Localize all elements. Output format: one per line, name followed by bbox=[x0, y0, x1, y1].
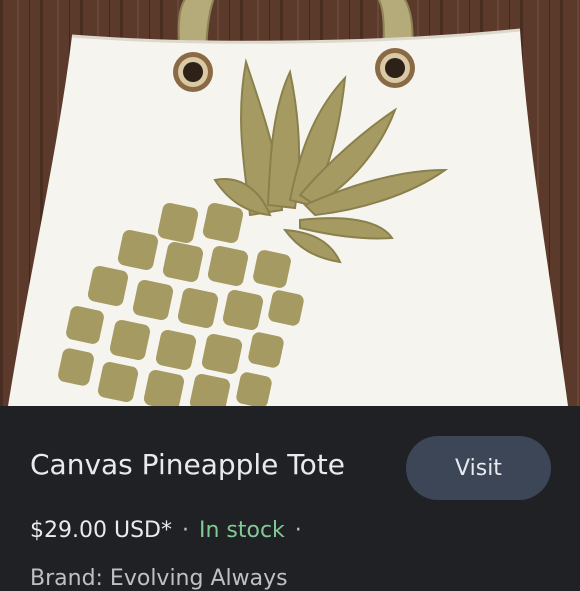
price-stock-line: $29.00 USD* · In stock · bbox=[30, 518, 312, 543]
separator-dot-2: · bbox=[294, 518, 302, 543]
product-title[interactable]: Canvas Pineapple Tote bbox=[30, 448, 345, 481]
product-image[interactable] bbox=[0, 0, 580, 406]
brand-line: Brand: Evolving Always bbox=[30, 566, 288, 591]
separator-dot: · bbox=[181, 518, 189, 543]
left-grommet bbox=[173, 52, 213, 92]
stock-status: In stock bbox=[198, 518, 285, 543]
visit-button[interactable]: Visit bbox=[406, 436, 551, 500]
price: $29.00 USD* bbox=[30, 518, 172, 543]
right-grommet bbox=[375, 48, 415, 88]
